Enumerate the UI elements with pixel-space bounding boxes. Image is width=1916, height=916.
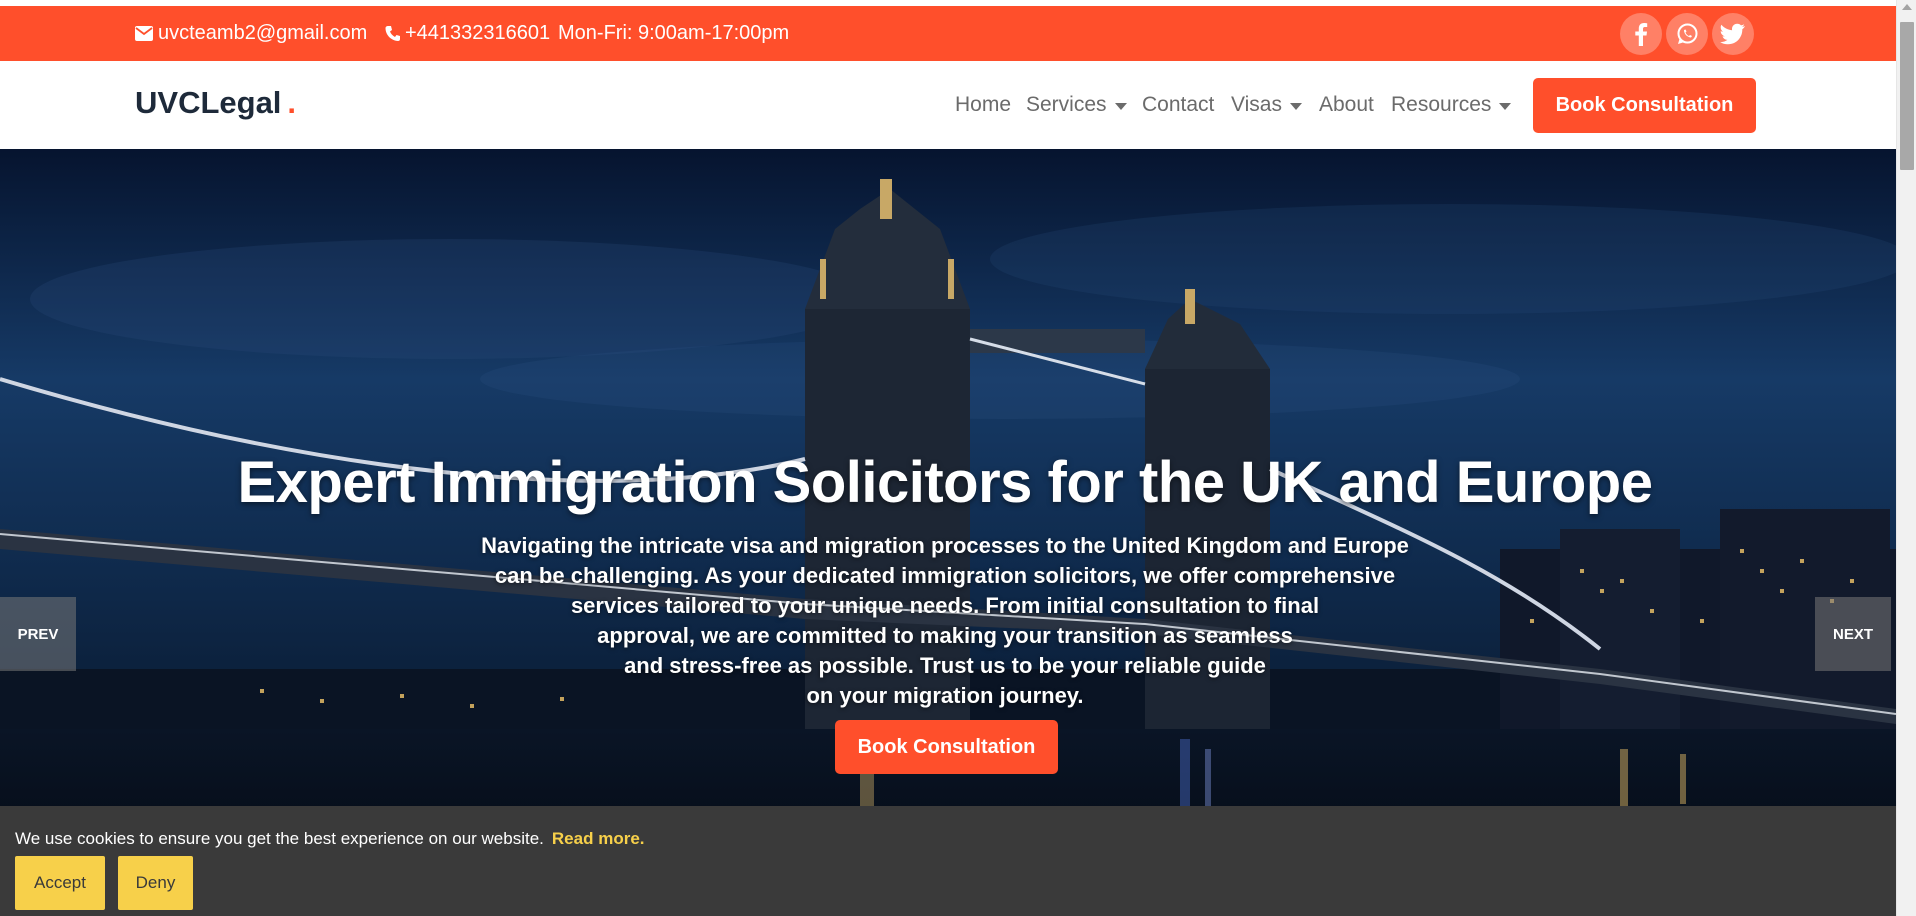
hero-line-2: can be challenging. As your dedicated im…	[494, 563, 1396, 588]
hero-line-3: services tailored to your unique needs. …	[570, 593, 1320, 618]
nav-home[interactable]: Home	[955, 93, 1011, 117]
read-more-label: Read more	[551, 829, 640, 848]
hero-line-6: on your migration journey.	[806, 683, 1084, 708]
hero-carousel: Expert Immigration Solicitors for the UK…	[0, 149, 1896, 916]
business-hours: Mon-Fri: 9:00am-17:00pm	[558, 6, 789, 61]
brand-name: UVCLegal	[135, 85, 282, 120]
envelope-icon	[135, 26, 153, 41]
twitter-link[interactable]	[1712, 13, 1754, 55]
cookie-message-text: We use cookies to ensure you get the bes…	[15, 829, 544, 848]
nav-resources-label: Resources	[1391, 93, 1492, 116]
nav-visas-label: Visas	[1231, 93, 1282, 116]
site-logo[interactable]: UVCLegal.	[135, 85, 296, 121]
nav-services-label: Services	[1026, 93, 1107, 116]
nav-resources[interactable]: Resources	[1391, 93, 1512, 117]
read-more-suffix: .	[639, 829, 645, 848]
hero-line-4: approval, we are committed to making you…	[597, 623, 1293, 648]
hero-description: Navigating the intricate visa and migrat…	[440, 531, 1450, 711]
carousel-prev-button[interactable]: PREV	[0, 597, 76, 671]
whatsapp-link[interactable]	[1666, 13, 1708, 55]
twitter-icon	[1720, 23, 1745, 45]
caret-down-icon	[1289, 102, 1302, 110]
carousel-next-button[interactable]: NEXT	[1815, 597, 1891, 671]
nav-about[interactable]: About	[1319, 93, 1374, 117]
email-text: uvcteamb2@gmail.com	[158, 22, 368, 44]
whatsapp-icon	[1677, 23, 1698, 44]
cookie-deny-button[interactable]: Deny	[118, 856, 193, 910]
top-contact-bar: uvcteamb2@gmail.com +441332316601 Mon-Fr…	[0, 6, 1896, 61]
page-scrollbar[interactable]	[1896, 0, 1916, 916]
nav-about-label: About	[1319, 93, 1374, 116]
email-contact[interactable]: uvcteamb2@gmail.com	[135, 6, 367, 61]
phone-icon	[385, 26, 400, 41]
brand-dot: .	[287, 85, 297, 120]
nav-contact[interactable]: Contact	[1142, 93, 1214, 117]
nav-visas[interactable]: Visas	[1231, 93, 1302, 117]
cookie-message: We use cookies to ensure you get the bes…	[15, 829, 645, 849]
main-navbar: UVCLegal. Home Services Contact Visas Ab…	[0, 61, 1896, 149]
book-consultation-button[interactable]: Book Consultation	[1533, 78, 1756, 133]
caret-down-icon	[1114, 102, 1127, 110]
caret-down-icon	[1499, 102, 1512, 110]
nav-services[interactable]: Services	[1026, 93, 1127, 117]
scrollbar-thumb[interactable]	[1900, 22, 1914, 170]
hero-line-1: Navigating the intricate visa and migrat…	[481, 533, 1409, 558]
nav-home-label: Home	[955, 93, 1012, 116]
cookie-read-more-link[interactable]: Read more.	[552, 829, 645, 848]
scroll-up-arrow-icon[interactable]	[1902, 4, 1912, 10]
hours-text: Mon-Fri: 9:00am-17:00pm	[558, 22, 790, 44]
hero-book-consultation-button[interactable]: Book Consultation	[835, 720, 1058, 774]
hero-title: Expert Immigration Solicitors for the UK…	[237, 450, 1653, 515]
facebook-link[interactable]	[1620, 13, 1662, 55]
cookie-accept-button[interactable]: Accept	[15, 856, 105, 910]
hero-line-5: and stress-free as possible. Trust us to…	[624, 653, 1266, 678]
cookie-banner: We use cookies to ensure you get the bes…	[0, 806, 1896, 916]
phone-text: +441332316601	[405, 22, 551, 44]
facebook-icon	[1635, 23, 1648, 46]
phone-contact[interactable]: +441332316601	[385, 6, 550, 61]
nav-contact-label: Contact	[1142, 93, 1215, 116]
